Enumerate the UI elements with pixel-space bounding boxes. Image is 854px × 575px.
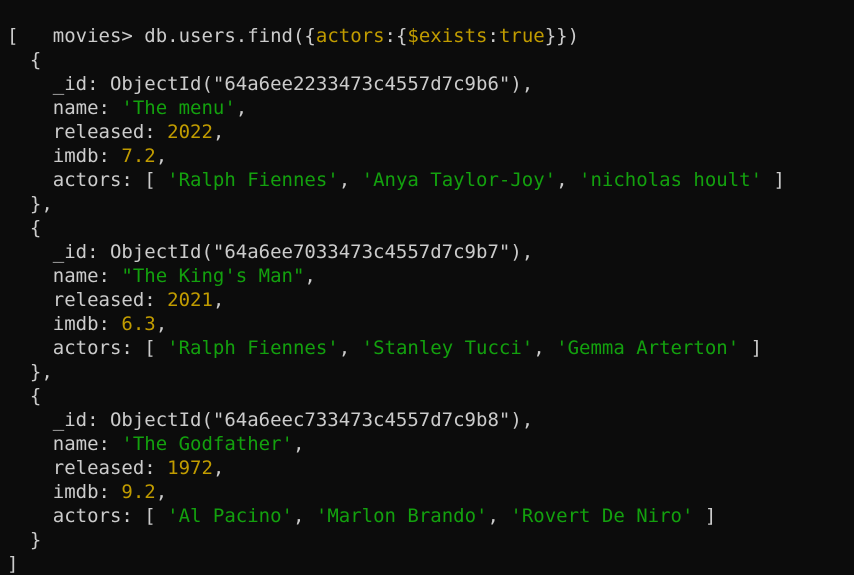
doc-id-line: _id: ObjectId("64a6eec733473c4557d7c9b8"… <box>7 408 533 432</box>
list-sep: , <box>533 337 557 359</box>
doc-open: { <box>7 217 42 239</box>
imdb-value: 6.3 <box>121 313 156 335</box>
doc-name-line: name: 'The Godfather', <box>7 432 305 456</box>
doc-open: { <box>7 385 42 407</box>
id-key: _id: <box>7 409 110 431</box>
comma: , <box>212 121 225 143</box>
doc-actors-line: actors: [ 'Ralph Fiennes', 'Stanley Tucc… <box>7 336 762 360</box>
comma: , <box>155 313 168 335</box>
released-value: 2021 <box>167 289 213 311</box>
actor-value: 'Ralph Fiennes' <box>167 337 339 359</box>
actors-key: actors: [ <box>7 337 168 359</box>
doc-imdb-line: imdb: 7.2, <box>7 144 167 168</box>
list-sep: , <box>338 337 362 359</box>
doc-released-line: released: 1972, <box>7 456 225 480</box>
doc-released-line: released: 2022, <box>7 120 225 144</box>
command-close: }}) <box>544 25 580 47</box>
imdb-key: imdb: <box>7 145 122 167</box>
imdb-value: 7.2 <box>121 145 156 167</box>
doc-name-line: name: "The King's Man", <box>7 264 316 288</box>
list-sep: , <box>556 169 579 191</box>
list-end: ] <box>693 505 717 527</box>
query-field: actors <box>315 25 385 47</box>
name-key: name: <box>7 433 122 455</box>
comma: , <box>155 481 168 503</box>
doc-imdb-line: imdb: 6.3, <box>7 312 167 336</box>
list-end: ] <box>762 169 785 191</box>
terminal-window[interactable]: movies> db.users.find({actors:{$exists:t… <box>0 0 854 575</box>
imdb-key: imdb: <box>7 481 122 503</box>
actor-value: 'Rovert De Niro' <box>510 505 694 527</box>
comma: , <box>212 289 225 311</box>
doc-open: { <box>7 49 42 71</box>
released-value: 1972 <box>167 457 213 479</box>
actor-value: 'Ralph Fiennes' <box>167 169 339 191</box>
actor-value: 'Stanley Tucci' <box>361 337 534 359</box>
query-punct: :{ <box>384 25 408 47</box>
released-key: released: <box>7 289 168 311</box>
doc-close: }, <box>7 361 53 383</box>
doc-id-line: _id: ObjectId("64a6ee2233473c4557d7c9b6"… <box>7 72 533 96</box>
released-key: released: <box>7 121 168 143</box>
released-value: 2022 <box>167 121 213 143</box>
name-value: 'The Godfather' <box>121 433 293 455</box>
id-value: ObjectId("64a6eec733473c4557d7c9b8"), <box>109 409 534 431</box>
id-key: _id: <box>7 73 110 95</box>
doc-actors-line: actors: [ 'Ralph Fiennes', 'Anya Taylor-… <box>7 168 785 192</box>
query-operator: $exists <box>407 25 488 47</box>
name-key: name: <box>7 265 122 287</box>
command-call: db.users.find({ <box>144 25 316 47</box>
name-key: name: <box>7 97 122 119</box>
name-value: "The King's Man" <box>121 265 305 287</box>
released-key: released: <box>7 457 168 479</box>
query-punct: : <box>487 25 499 47</box>
doc-name-line: name: 'The menu', <box>7 96 247 120</box>
name-value: 'The menu' <box>121 97 236 119</box>
actor-value: 'Al Pacino' <box>167 505 293 527</box>
actor-value: 'Marlon Brando' <box>315 505 488 527</box>
list-sep: , <box>487 505 511 527</box>
imdb-key: imdb: <box>7 313 122 335</box>
actor-value: 'Anya Taylor-Joy' <box>361 169 557 191</box>
comma: , <box>155 145 168 167</box>
comma: , <box>292 433 305 455</box>
actors-key: actors: [ <box>7 505 168 527</box>
comma: , <box>212 457 225 479</box>
list-sep: , <box>293 505 316 527</box>
list-sep: , <box>338 169 362 191</box>
query-value: true <box>498 25 545 47</box>
array-close: ] <box>7 553 19 575</box>
command-line: movies> db.users.find({actors:{$exists:t… <box>7 0 579 47</box>
comma: , <box>304 265 316 287</box>
array-open: [ <box>7 25 19 47</box>
id-key: _id: <box>7 241 110 263</box>
doc-actors-line: actors: [ 'Al Pacino', 'Marlon Brando', … <box>7 504 717 528</box>
imdb-value: 9.2 <box>121 481 156 503</box>
id-value: ObjectId("64a6ee7033473c4557d7c9b7"), <box>109 241 534 263</box>
actor-value: 'nicholas hoult' <box>579 169 763 191</box>
comma: , <box>235 97 248 119</box>
actors-key: actors: [ <box>7 169 168 191</box>
doc-imdb-line: imdb: 9.2, <box>7 480 167 504</box>
doc-id-line: _id: ObjectId("64a6ee7033473c4557d7c9b7"… <box>7 240 533 264</box>
shell-prompt: movies> <box>52 25 145 47</box>
actor-value: 'Gemma Arterton' <box>556 337 740 359</box>
doc-released-line: released: 2021, <box>7 288 225 312</box>
doc-close: }, <box>7 193 53 215</box>
id-value: ObjectId("64a6ee2233473c4557d7c9b6"), <box>109 73 534 95</box>
list-end: ] <box>739 337 763 359</box>
doc-close: } <box>7 529 42 551</box>
